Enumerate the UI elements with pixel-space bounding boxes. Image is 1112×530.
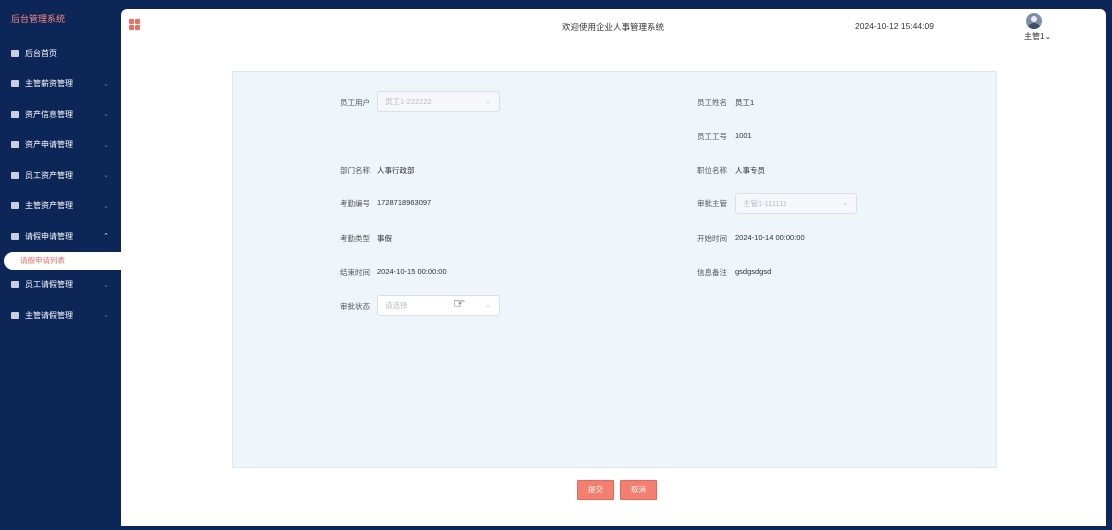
menu-square-icon [11,311,19,319]
menu-square-icon [11,141,19,149]
employee-name-label: 员工姓名 [697,98,727,107]
chevron-down-icon: ⌄ [103,80,109,88]
approval-status-select[interactable]: 请选择 ⌄ [377,295,500,316]
sidebar-item-manager-asset[interactable]: 主管资产管理 ⌄ [0,191,121,222]
employee-user-value: 员工1-222222 [385,97,432,106]
menu-square-icon [11,171,19,179]
hand-cursor-icon: ☞ [453,295,466,311]
employee-name-value: 员工1 [735,98,755,107]
sidebar-item-employee-asset[interactable]: 员工资产管理 ⌄ [0,160,121,191]
employee-user-label: 员工用户 [340,98,370,107]
approver-select: 主管1-111111 ⌄ [735,193,857,214]
menu-square-icon [11,110,19,118]
approval-status-placeholder: 请选择 [385,301,408,310]
sidebar-item-asset-apply[interactable]: 资产申请管理 ⌄ [0,130,121,161]
grid-menu-icon[interactable] [129,19,140,30]
sidebar-item-home[interactable]: 后台首页 [0,38,121,69]
chevron-up-icon: ⌃ [103,233,109,241]
position-name-value: 人事专员 [735,166,765,175]
sidebar-item-label: 员工请假管理 [25,280,73,290]
chevron-down-icon: ⌄ [485,98,491,105]
user-name: 主管1 [1024,32,1045,41]
menu-square-icon [11,232,19,240]
menu-square-icon [11,202,19,210]
chevron-down-icon: ⌄ [103,202,109,210]
sidebar-item-leave-apply[interactable]: 请假申请管理 ⌃ [0,221,121,252]
employee-no-value: 1001 [735,131,752,140]
avatar[interactable] [1026,13,1042,29]
menu-square-icon [11,80,19,88]
sidebar-item-label: 资产信息管理 [25,109,73,119]
start-time-label: 开始时间 [697,234,727,243]
sidebar-item-label: 主管薪资管理 [25,79,73,89]
submit-button[interactable]: 提交 [577,480,614,500]
attendance-type-label: 考勤类型 [340,234,370,243]
approver-label: 审批主管 [697,199,727,208]
chevron-down-icon: ⌄ [103,281,109,289]
sidebar-item-label: 主管请假管理 [25,310,73,320]
approver-value: 主管1-111111 [743,199,787,208]
chevron-down-icon: ⌄ [103,111,109,119]
sidebar-subitem-leave-list[interactable]: 请假申请列表 [4,251,121,270]
sidebar-item-label: 资产申请管理 [25,140,73,150]
sidebar-item-asset-info[interactable]: 资产信息管理 ⌄ [0,99,121,130]
main-panel: 欢迎使用企业人事管理系统 2024-10-12 15:44:09 主管1⌄ 员工… [121,9,1106,526]
cancel-button[interactable]: 取消 [620,480,657,500]
sidebar-item-label: 请假申请管理 [25,231,73,241]
remark-label: 信息备注 [697,268,727,277]
end-time-value: 2024-10-15 00:00:00 [377,267,447,276]
remark-value: gsdgsdgsd [735,267,772,276]
leave-form: 员工用户 员工1-222222 ⌄ 员工姓名 员工1 员工工号 1001 部门名… [232,71,997,468]
dept-name-label: 部门名称 [340,166,370,175]
brand-title: 后台管理系统 [11,14,66,24]
menu-square-icon [11,49,19,57]
sidebar-item-employee-leave[interactable]: 员工请假管理 ⌄ [0,270,121,301]
sidebar-item-label: 主管资产管理 [25,201,73,211]
user-menu[interactable]: 主管1⌄ [1024,31,1051,42]
end-time-label: 结束时间 [340,268,370,277]
chevron-down-icon: ⌄ [842,200,848,207]
header-clock: 2024-10-12 15:44:09 [855,21,934,31]
dept-name-value: 人事行政部 [377,166,415,175]
sidebar-item-label: 员工资产管理 [25,170,73,180]
menu-square-icon [11,281,19,289]
attendance-no-value: 1728718963097 [377,198,432,207]
start-time-value: 2024-10-14 00:00:00 [735,233,805,242]
chevron-down-icon: ⌄ [103,172,109,180]
chevron-down-icon: ⌄ [103,312,109,320]
sidebar-item-manager-leave[interactable]: 主管请假管理 ⌄ [0,300,121,331]
chevron-down-icon: ⌄ [485,302,491,309]
approval-status-label: 审批状态 [340,302,370,311]
sidebar-item-label: 后台首页 [25,48,57,58]
position-name-label: 职位名称 [697,166,727,175]
employee-no-label: 员工工号 [697,132,727,141]
sidebar-item-manager-salary[interactable]: 主管薪资管理 ⌄ [0,69,121,100]
page-title: 欢迎使用企业人事管理系统 [562,22,665,32]
chevron-down-icon: ⌄ [1044,32,1052,41]
employee-user-select: 员工1-222222 ⌄ [377,91,500,112]
chevron-down-icon: ⌄ [103,141,109,149]
attendance-no-label: 考勤编号 [340,199,370,208]
sidebar: 后台管理系统 后台首页 主管薪资管理 ⌄ 资产信息管理 ⌄ 资产申请管理 ⌄ 员… [0,0,121,530]
attendance-type-value: 事假 [377,234,392,243]
